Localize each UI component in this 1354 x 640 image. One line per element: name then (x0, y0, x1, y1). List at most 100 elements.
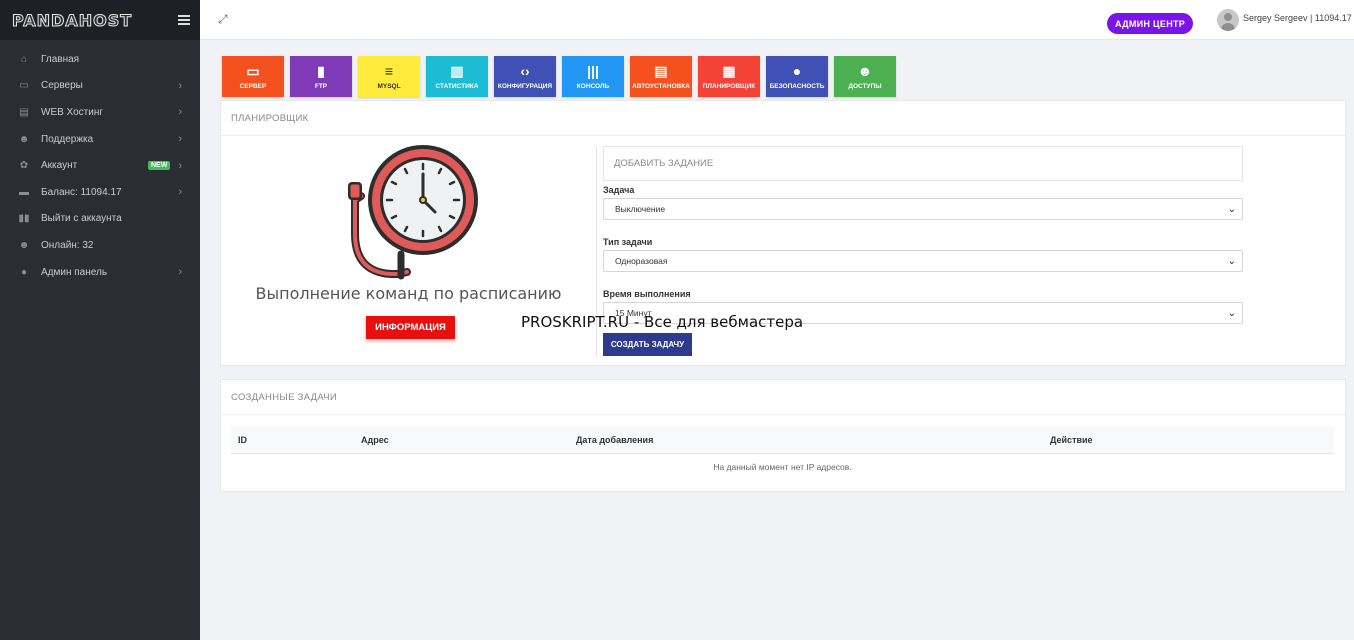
sidebar-item-label: Баланс: 11094.17 (41, 186, 122, 198)
sidebar-item[interactable]: ▤ WEB Хостинг › (0, 99, 200, 126)
file-icon: ▮ (317, 63, 325, 79)
column-header-date[interactable]: Дата добавления (576, 435, 653, 445)
globe-icon: ● (20, 266, 28, 278)
tile-button[interactable]: ‹› КОНФИГУРАЦИЯ (494, 56, 556, 97)
tasks-table-header: ID Адрес Дата добавления Действие (231, 426, 1334, 454)
tile-label: БЕЗОПАСНОСТЬ (769, 83, 825, 90)
sidebar-item-label: Главная (41, 53, 80, 65)
column-header-action[interactable]: Действие (1050, 435, 1093, 445)
task-type-value: Одноразовая (615, 256, 668, 266)
column-header-id[interactable]: ID (238, 435, 247, 445)
tile-button[interactable]: ▮ FTP (290, 56, 352, 97)
barcode-icon: ||| (587, 63, 599, 79)
users-icon: ☻ (18, 239, 30, 251)
server-icon: ▭ (19, 80, 29, 92)
task-type-select[interactable]: Одноразовая ⌄ (603, 250, 1243, 272)
sidebar-item-label: Онлайн: 32 (41, 239, 94, 251)
chevron-down-icon: ⌄ (1227, 203, 1236, 215)
sidebar-nav: ⌂ Главная ▭ Серверы › ▤ WEB Хостинг › ☻ Поддержка… (0, 40, 200, 285)
globe-icon: ● (792, 63, 802, 79)
brand-bar: PANDAHOST (0, 0, 200, 40)
created-tasks-title: СОЗДАННЫЕ ЗАДАЧИ (221, 380, 1345, 415)
service-tiles: ▭ СЕРВЕР ▮ FTP ≡ MYSQL ▥ СТАТИСТИКА ‹› КОНФИГУРАЦ… (222, 56, 896, 97)
tile-label: СЕРВЕР (239, 83, 267, 90)
users-icon: ☻ (857, 63, 873, 79)
admin-center-button[interactable]: АДМИН ЦЕНТР (1107, 13, 1194, 34)
tile-label: КОНФИГУРАЦИЯ (497, 83, 553, 90)
task-type-label: Тип задачи (603, 237, 653, 247)
sidebar-item-label: Выйти с аккаунта (41, 213, 122, 225)
tile-label: ПЛАНИРОВЩИК (702, 83, 756, 90)
chevron-right-icon: › (178, 133, 182, 146)
avatar[interactable] (1217, 9, 1239, 31)
home-icon: ⌂ (20, 53, 28, 65)
monitor-icon: ▭ (246, 63, 260, 79)
bar-chart-icon: ▥ (450, 63, 464, 79)
column-header-address[interactable]: Адрес (361, 435, 389, 445)
tile-button[interactable]: ▥ СТАТИСТИКА (426, 56, 488, 97)
info-button[interactable]: ИНФОРМАЦИЯ (366, 316, 455, 339)
sidebar-item-label: Поддержка (41, 133, 94, 145)
chevron-right-icon: › (178, 266, 182, 279)
support-icon: ☻ (18, 133, 30, 145)
document-icon: ▤ (654, 63, 668, 79)
task-select-value: Выключение (615, 204, 666, 214)
brand-logo[interactable]: PANDAHOST (11, 10, 132, 30)
chevron-right-icon: › (178, 79, 182, 92)
sidebar-item[interactable]: ☻ Онлайн: 32 (0, 232, 200, 259)
tile-button[interactable]: ☻ ДОСТУПЫ (834, 56, 896, 97)
tile-button[interactable]: ≡ MYSQL (358, 56, 420, 97)
tile-button[interactable]: ▭ СЕРВЕР (222, 56, 284, 97)
task-label: Задача (603, 185, 635, 195)
tile-button[interactable]: ● БЕЗОПАСНОСТЬ (766, 56, 828, 97)
chevron-right-icon: › (178, 106, 182, 119)
hosting-icon: ▤ (19, 106, 29, 118)
gear-icon: ✿ (19, 160, 29, 172)
sidebar-item[interactable]: ▮▮ Выйти с аккаунта (0, 206, 200, 233)
chevron-down-icon: ⌄ (1227, 255, 1236, 267)
fullscreen-expand-icon[interactable]: ⤢ (218, 13, 230, 25)
tile-label: СТАТИСТИКА (435, 83, 479, 90)
add-task-title: ДОБАВИТЬ ЗАДАНИЕ (603, 146, 1243, 181)
create-task-button[interactable]: СОЗДАТЬ ЗАДАЧУ (603, 333, 692, 356)
tile-label: MYSQL (377, 83, 401, 90)
sidebar-item[interactable]: ● Админ панель › (0, 259, 200, 286)
sidebar-item[interactable]: ▭ Серверы › (0, 73, 200, 100)
sidebar-item[interactable]: ✿ Аккаунт NEW › (0, 152, 200, 179)
chevron-right-icon: › (178, 159, 182, 172)
chevron-right-icon: › (178, 186, 182, 199)
new-badge: NEW (147, 161, 171, 171)
tile-button[interactable]: ▦ ПЛАНИРОВЩИК (698, 56, 760, 97)
tile-button[interactable]: ▤ АВТОУСТАНОВКА (630, 56, 692, 97)
watermark-text: PROSKRIPT.RU - Все для вебмастера (521, 313, 804, 331)
scheduler-caption: Выполнение команд по расписанию (255, 284, 562, 303)
tile-label: FTP (314, 83, 328, 90)
tile-label: АВТОУСТАНОВКА (632, 83, 690, 90)
empty-table-message: На данный момент нет IP адресов. (713, 462, 852, 472)
user-info[interactable]: Sergey Sergeev | 11094.17 ₽ (1243, 13, 1354, 24)
code-file-icon: ‹› (520, 63, 530, 79)
sidebar: PANDAHOST ⌂ Главная ▭ Серверы › ▤ WEB Хостинг ›… (0, 0, 200, 640)
tile-button[interactable]: ||| КОНСОЛЬ (562, 56, 624, 97)
tile-label: ДОСТУПЫ (848, 83, 882, 90)
sidebar-item-label: Серверы (41, 80, 83, 92)
chevron-down-icon: ⌄ (1227, 307, 1236, 319)
menu-toggle-icon[interactable] (178, 15, 190, 25)
sidebar-item[interactable]: ▬ Баланс: 11094.17 › (0, 179, 200, 206)
task-select[interactable]: Выключение ⌄ (603, 198, 1243, 220)
sidebar-item-label: Админ панель (41, 266, 108, 278)
sidebar-item-label: WEB Хостинг (41, 106, 104, 118)
logout-icon: ▮▮ (18, 213, 30, 225)
stopwatch-clock-icon (348, 145, 478, 280)
scheduler-illustration: Выполнение команд по расписанию ИНФОРМАЦ… (221, 136, 596, 366)
tile-label: КОНСОЛЬ (576, 83, 610, 90)
scheduler-panel-title: ПЛАНИРОВЩИК (221, 101, 1345, 136)
sidebar-item[interactable]: ⌂ Главная (0, 46, 200, 73)
sidebar-item[interactable]: ☻ Поддержка › (0, 126, 200, 153)
calendar-icon: ▦ (722, 63, 736, 79)
sidebar-item-label: Аккаунт (41, 160, 78, 172)
exec-time-label: Время выполнения (603, 289, 691, 299)
topbar: ⤢ АДМИН ЦЕНТР Sergey Sergeev | 11094.17 … (200, 0, 1354, 40)
database-icon: ≡ (384, 63, 394, 79)
credit-card-icon: ▬ (19, 186, 29, 198)
